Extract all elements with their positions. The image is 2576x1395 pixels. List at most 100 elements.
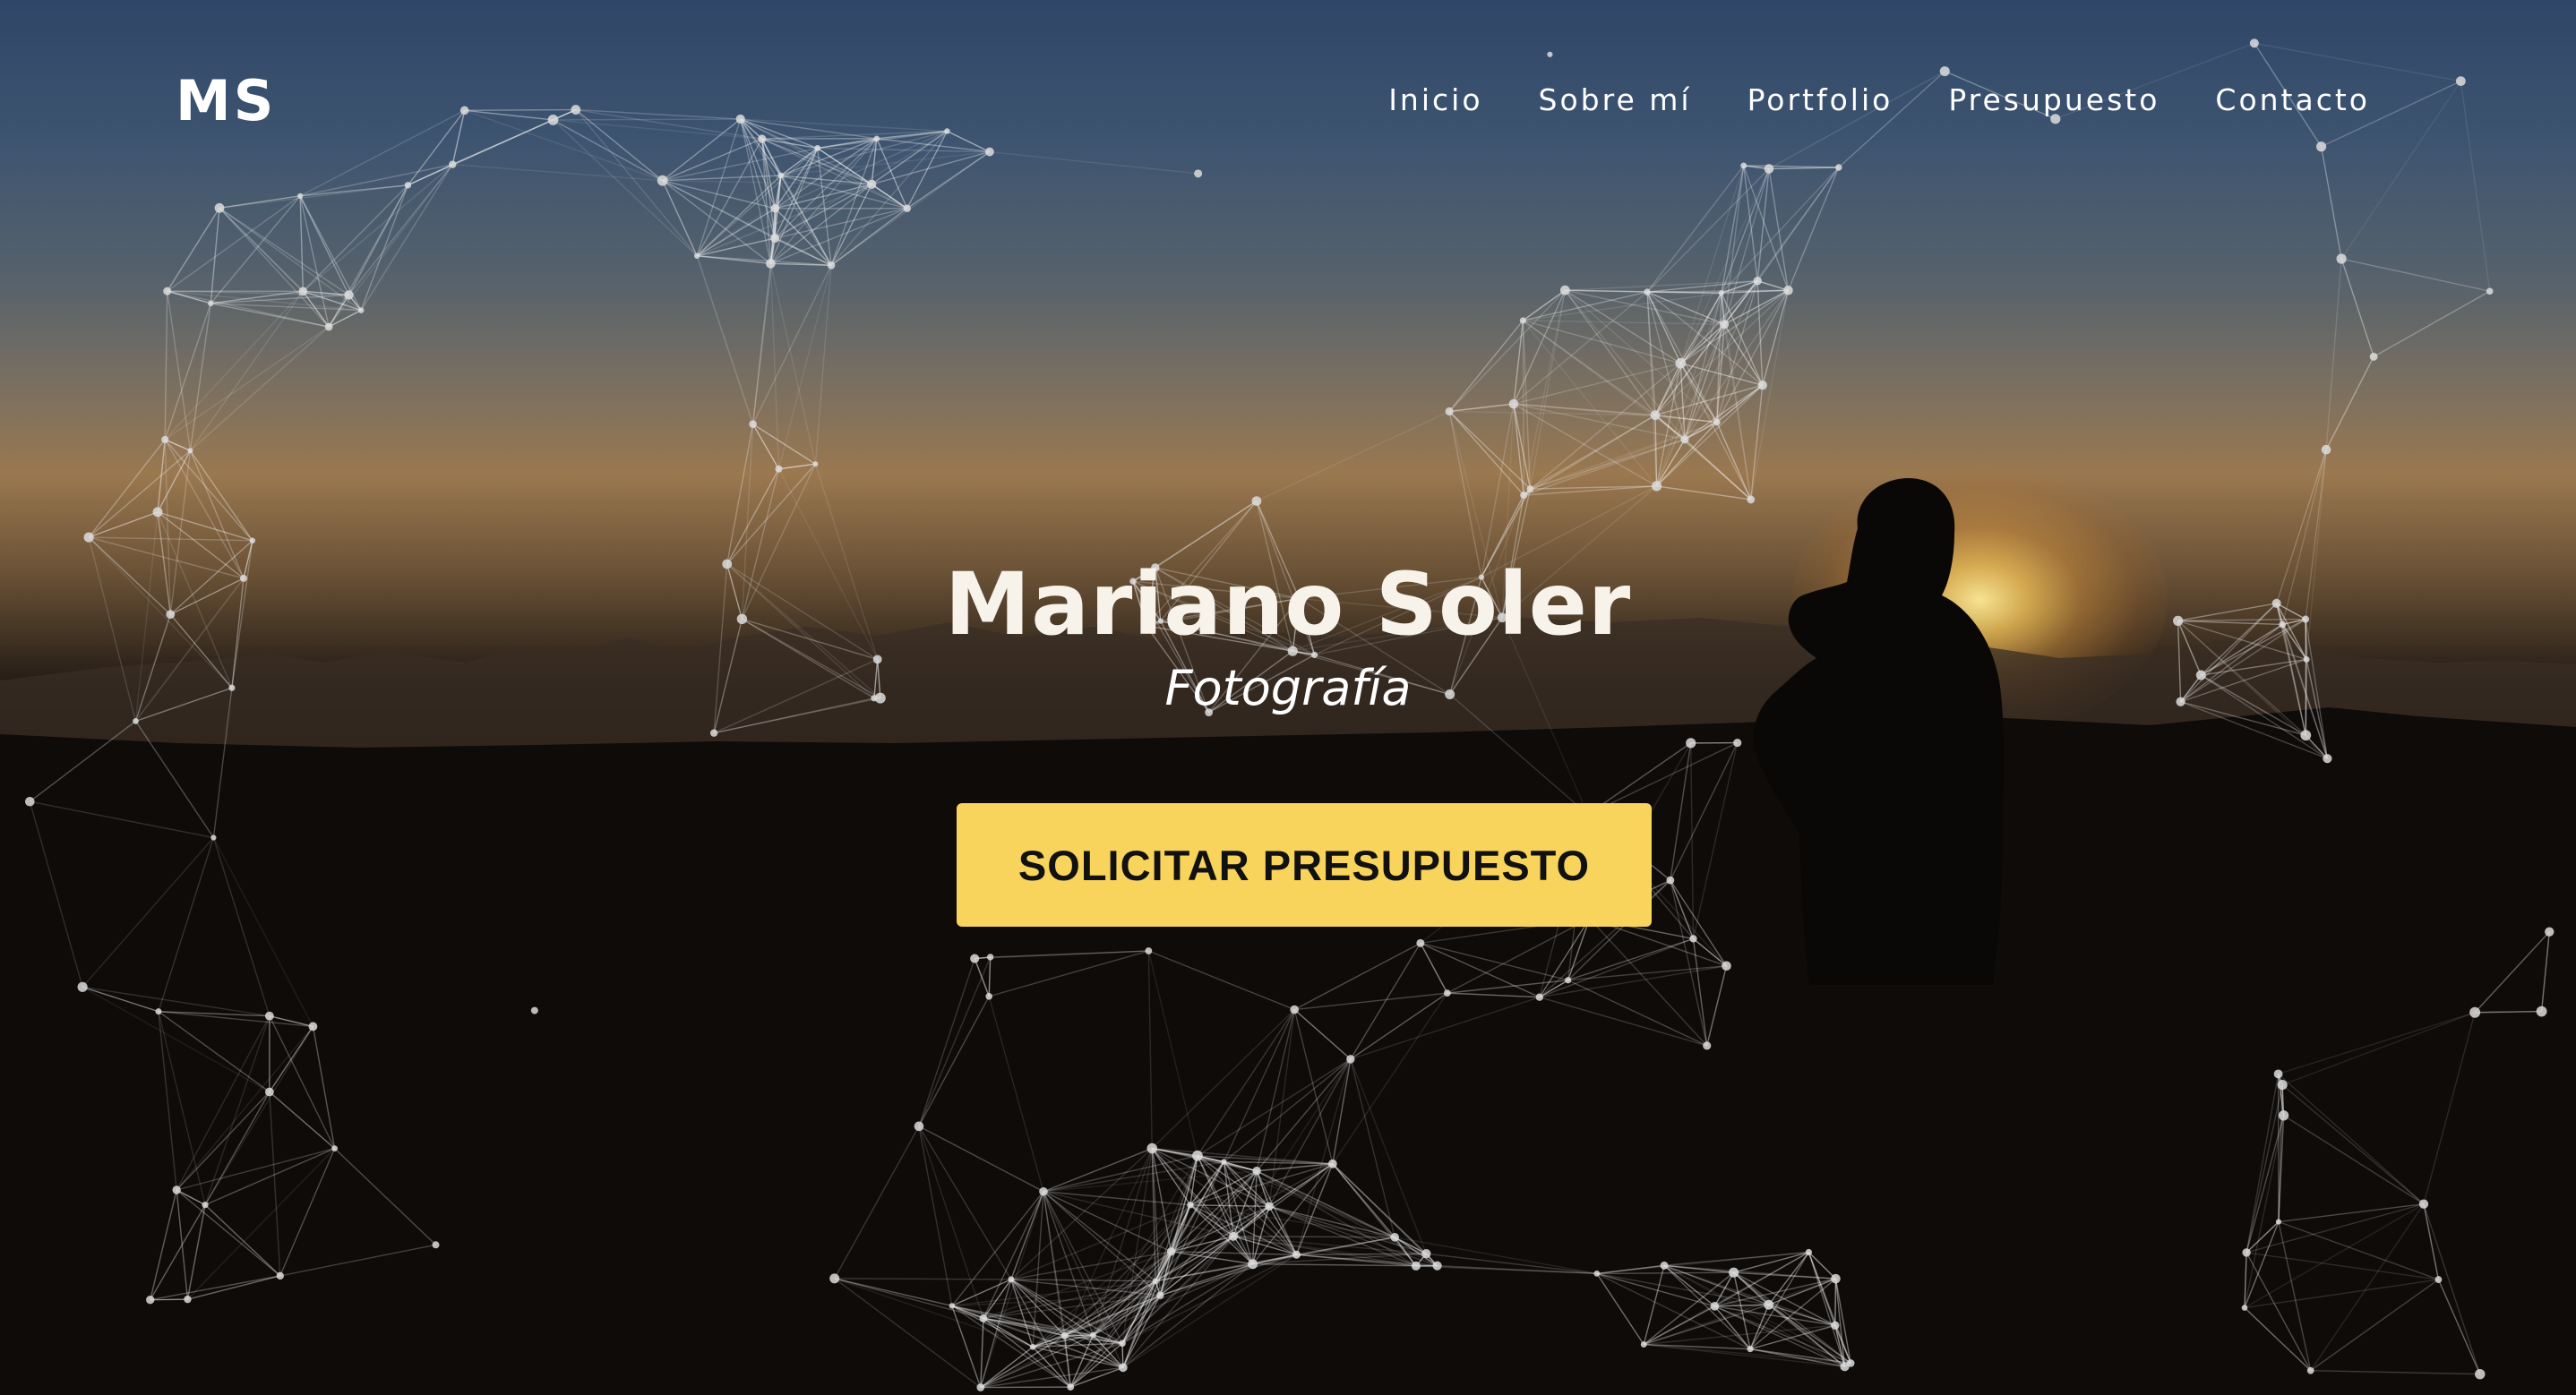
- site-logo[interactable]: MS: [176, 68, 276, 133]
- network-node: [298, 287, 308, 296]
- network-node: [1831, 1321, 1840, 1330]
- network-node: [1445, 407, 1454, 416]
- network-line: [164, 326, 330, 441]
- network-node: [172, 1185, 181, 1194]
- network-node: [970, 954, 980, 963]
- network-node: [1089, 1331, 1096, 1339]
- network-node: [1229, 1231, 1239, 1241]
- network-node: [2486, 287, 2494, 295]
- network-node: [1729, 1267, 1739, 1278]
- network-node: [308, 1022, 318, 1031]
- network-line: [176, 1015, 270, 1191]
- network-node: [2323, 754, 2332, 764]
- network-node: [1145, 947, 1153, 954]
- network-line: [134, 721, 214, 838]
- nav-item-contacto[interactable]: Contacto: [2215, 82, 2370, 117]
- network-line: [167, 290, 330, 328]
- network-line: [158, 837, 215, 1012]
- network-node: [324, 322, 333, 331]
- nav-item-presupuesto[interactable]: Presupuesto: [1948, 82, 2160, 117]
- network-line: [2278, 1202, 2425, 1223]
- network-line: [1256, 410, 1450, 502]
- network-node: [1733, 738, 1742, 748]
- network-node: [2545, 927, 2555, 937]
- network-node: [1166, 1247, 1176, 1256]
- network-node: [976, 1383, 985, 1391]
- network-line: [1447, 992, 1540, 998]
- network-line: [204, 1015, 270, 1205]
- network-line: [1147, 951, 1153, 1149]
- network-node: [1411, 1261, 1421, 1271]
- network-node: [1265, 1202, 1274, 1211]
- network-node: [1666, 876, 1675, 885]
- nav-item-portfolio[interactable]: Portfolio: [1747, 82, 1893, 117]
- network-line: [1350, 1058, 1428, 1254]
- network-line: [834, 1125, 920, 1279]
- network-line: [82, 837, 214, 988]
- network-node: [1292, 1250, 1301, 1259]
- hero-content: Mariano Soler Fotografía: [0, 546, 2576, 720]
- network-line: [1256, 1058, 1352, 1172]
- nav-item-inicio[interactable]: Inicio: [1388, 82, 1482, 117]
- network-line: [752, 424, 816, 465]
- network-node: [264, 1011, 274, 1021]
- network-line: [2245, 1203, 2425, 1254]
- network-node: [1067, 1383, 1075, 1391]
- network-line: [187, 1275, 280, 1300]
- network-line: [89, 536, 253, 542]
- network-line: [2423, 1203, 2481, 1374]
- network-node: [1390, 1232, 1399, 1242]
- network-node: [2273, 1069, 2283, 1079]
- request-quote-button[interactable]: SOLICITAR PRESUPUESTO: [957, 803, 1652, 927]
- network-line: [834, 1278, 982, 1389]
- network-line: [1268, 1163, 1334, 1207]
- nav-item-sobre-mi[interactable]: Sobre mí: [1539, 82, 1692, 117]
- network-line: [1148, 950, 1295, 1011]
- network-line: [1197, 1155, 1395, 1238]
- network-node: [1192, 1150, 1203, 1161]
- network-node: [1221, 1159, 1227, 1165]
- network-node: [2241, 1305, 2248, 1311]
- network-line: [697, 255, 832, 267]
- network-line: [1121, 1155, 1198, 1344]
- network-line: [918, 996, 990, 1127]
- network-node: [1703, 1041, 1712, 1050]
- network-node: [1508, 398, 1519, 409]
- network-node: [155, 1008, 162, 1015]
- network-node: [1029, 1344, 1036, 1350]
- network-node: [986, 954, 994, 961]
- network-node: [1713, 418, 1721, 426]
- network-line: [751, 265, 832, 424]
- network-node: [1187, 1202, 1194, 1209]
- network-node: [1710, 1302, 1720, 1311]
- network-node: [1526, 485, 1534, 492]
- network-line: [834, 1278, 984, 1320]
- network-line: [1197, 1009, 1295, 1157]
- network-node: [2418, 1199, 2429, 1209]
- network-line: [2341, 258, 2490, 292]
- network-line: [1663, 1264, 1769, 1305]
- network-line: [778, 463, 816, 470]
- network-line: [918, 956, 992, 1127]
- network-line: [1596, 1264, 1665, 1275]
- network-node: [1805, 1248, 1812, 1256]
- network-line: [1293, 1009, 1352, 1060]
- network-line: [2540, 931, 2550, 1012]
- network-line: [2310, 1203, 2425, 1372]
- network-line: [1670, 879, 1728, 967]
- network-node: [2321, 444, 2331, 455]
- network-node: [331, 1145, 339, 1152]
- network-node: [2300, 730, 2312, 741]
- network-node: [1119, 1339, 1126, 1348]
- network-node: [25, 796, 35, 807]
- network-node: [1660, 1261, 1669, 1270]
- network-node: [2275, 1219, 2282, 1225]
- network-line: [1716, 384, 1764, 424]
- network-node: [1290, 1005, 1299, 1014]
- network-line: [190, 326, 330, 451]
- network-line: [204, 1147, 335, 1206]
- network-line: [1663, 1264, 1751, 1350]
- network-node: [949, 1303, 956, 1309]
- network-line: [88, 449, 191, 538]
- network-line: [988, 996, 1044, 1192]
